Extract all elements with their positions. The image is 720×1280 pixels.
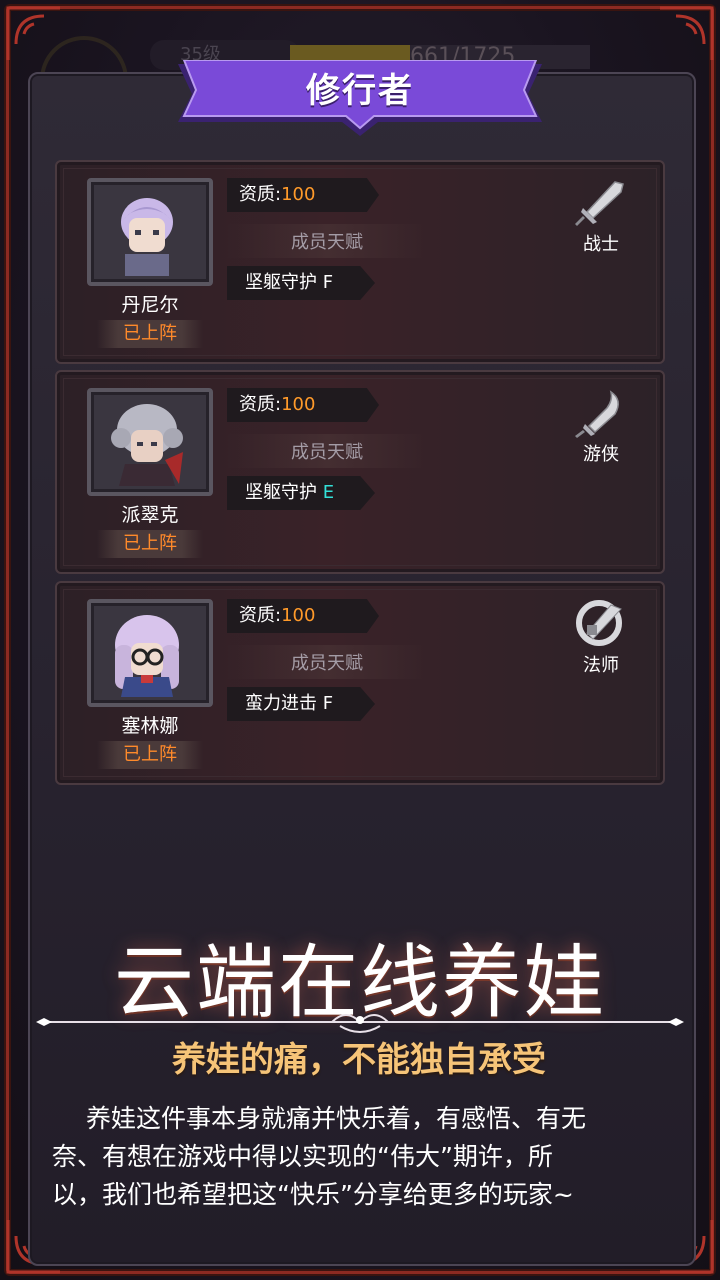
page-title: 修行者 — [306, 71, 414, 111]
description-line: 养娃这件事本身就痛并快乐着，有感悟、有无 — [86, 1104, 587, 1133]
member-card[interactable]: 派翠克 已上阵 资质:100 成员天赋 坚躯守护 E 游侠 — [55, 370, 665, 574]
talent-tag[interactable]: 坚躯守护 F — [227, 266, 375, 300]
talent-grade: F — [322, 693, 334, 714]
talent-name: 坚躯守护 — [245, 272, 317, 293]
class-label: 法师 — [583, 655, 619, 676]
frame-corner-ornament — [656, 4, 716, 64]
talent-section-label: 成员天赋 — [227, 224, 427, 258]
member-portrait[interactable] — [87, 388, 213, 496]
deploy-status-badge: 已上阵 — [97, 320, 203, 348]
talent-name: 坚躯守护 — [245, 482, 317, 503]
aptitude-tag: 资质:100 — [227, 599, 379, 633]
aptitude-label: 资质: — [239, 605, 282, 626]
member-card[interactable]: 塞林娜 已上阵 资质:100 成员天赋 蛮力进击 F 法师 — [55, 581, 665, 785]
talent-section-label: 成员天赋 — [227, 434, 427, 468]
member-card[interactable]: 丹尼尔 已上阵 资质:100 成员天赋 坚躯守护 F 战士 — [55, 160, 665, 364]
member-name: 塞林娜 — [121, 715, 179, 737]
description-line: 奈、有想在游戏中得以实现的“伟大”期许，所 — [52, 1142, 553, 1171]
class-label: 战士 — [583, 234, 619, 255]
staff-orb-icon — [571, 599, 627, 651]
talent-grade: F — [322, 272, 334, 293]
deploy-status-badge: 已上阵 — [97, 741, 203, 769]
aptitude-label: 资质: — [239, 394, 282, 415]
member-name: 派翠克 — [121, 504, 179, 526]
dagger-icon — [571, 388, 627, 440]
member-portrait[interactable] — [87, 178, 213, 286]
talent-grade: E — [322, 482, 335, 503]
aptitude-tag: 资质:100 — [227, 178, 379, 212]
promo-subheadline: 养娃的痛，不能独自承受 — [172, 1040, 546, 1080]
aptitude-tag: 资质:100 — [227, 388, 379, 422]
talent-tag[interactable]: 蛮力进击 F — [227, 687, 375, 721]
talent-name: 蛮力进击 — [245, 693, 317, 714]
talent-section-label: 成员天赋 — [227, 645, 427, 679]
talent-tag[interactable]: 坚躯守护 E — [227, 476, 375, 510]
aptitude-value: 100 — [281, 394, 316, 415]
member-portrait[interactable] — [87, 599, 213, 707]
sword-icon — [571, 178, 627, 230]
member-name: 丹尼尔 — [121, 294, 179, 316]
aptitude-label: 资质: — [239, 184, 282, 205]
description-line: 以，我们也希望把这“快乐”分享给更多的玩家~ — [52, 1180, 574, 1209]
deploy-status-badge: 已上阵 — [97, 530, 203, 558]
frame-corner-ornament — [4, 4, 64, 64]
promo-description: 养娃这件事本身就痛并快乐着，有感悟、有无 奈、有想在游戏中得以实现的“伟大”期许… — [52, 1100, 672, 1214]
aptitude-value: 100 — [281, 605, 316, 626]
aptitude-value: 100 — [281, 184, 316, 205]
class-label: 游侠 — [583, 444, 619, 465]
title-banner: 修行者 — [178, 60, 542, 136]
